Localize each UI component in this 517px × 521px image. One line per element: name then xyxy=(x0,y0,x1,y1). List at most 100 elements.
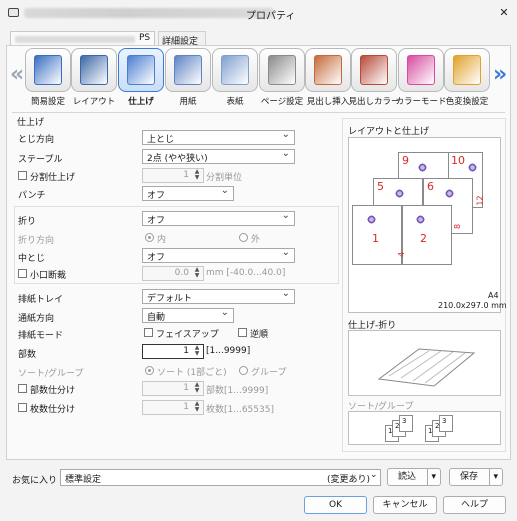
toolbar-button-6[interactable] xyxy=(305,48,351,92)
sort-sets: 123123 xyxy=(385,413,465,443)
load-label: 読込 xyxy=(397,472,416,482)
stepper-arrows-icon: ▲ ▼ xyxy=(194,381,200,394)
fold-direction-label: 折り方向 xyxy=(18,236,55,246)
group-radio[interactable] xyxy=(239,366,248,375)
copies-stepper[interactable]: 1 ▲ ▼ xyxy=(142,344,204,359)
window-title-redacted xyxy=(24,8,274,18)
finishing-icon xyxy=(127,55,155,85)
toolbar-button-4[interactable] xyxy=(212,48,258,92)
close-icon[interactable]: ✕ xyxy=(497,6,511,20)
help-button[interactable]: ヘルプ xyxy=(443,496,506,514)
saddle-select[interactable]: オフ xyxy=(142,248,295,263)
paper-size-label: A4 xyxy=(488,291,499,300)
load-button[interactable]: 読込 ▾ xyxy=(387,468,441,486)
tab-advanced[interactable]: 詳細設定 xyxy=(158,31,206,47)
set-division-label: 部数仕分け xyxy=(30,386,76,396)
preview-page-number: 4 xyxy=(397,251,407,258)
easy-setup-icon xyxy=(34,55,62,85)
cancel-button[interactable]: キャンセル xyxy=(373,496,437,514)
finishing-section-title: 仕上げ xyxy=(17,118,45,128)
fold-select[interactable]: オフ xyxy=(142,211,295,226)
split-unit-label: 分割単位 xyxy=(206,173,243,183)
preview-page xyxy=(402,205,452,265)
insert-tab-icon xyxy=(314,55,342,85)
preview-page-number: 12 xyxy=(475,195,485,206)
feed-direction-select[interactable]: 自動 xyxy=(142,308,234,323)
toolbar: 簡易設定 レイアウト 仕上げ 用紙 表紙 ページ設定 見出し挿入 見出しカラー カラーモード 色変… xyxy=(8,48,509,110)
reverse-checkbox[interactable] xyxy=(238,328,247,337)
color-convert-icon xyxy=(453,55,481,85)
tab-general[interactable]: PS xyxy=(10,31,155,45)
flower-icon xyxy=(395,189,404,198)
sort-radio[interactable] xyxy=(145,366,154,375)
split-stepper[interactable]: 1 ▲ ▼ xyxy=(142,168,204,183)
sort-sheet: 3 xyxy=(399,415,413,432)
flower-icon xyxy=(367,215,376,224)
favorites-value: 標準設定 xyxy=(65,475,102,485)
sheet-division-label: 枚数仕分け xyxy=(30,405,76,415)
toolbar-button-7[interactable] xyxy=(351,48,397,92)
fold-preview xyxy=(348,330,501,396)
copies-range-label: [1...9999] xyxy=(206,346,251,356)
favorites-select[interactable]: 標準設定 (変更あり) ⌄ xyxy=(60,469,381,486)
faceup-label: フェイスアップ xyxy=(156,330,219,340)
toolbar-button-8[interactable] xyxy=(398,48,444,92)
save-label: 保存 xyxy=(459,472,478,482)
binding-label: とじ方向 xyxy=(18,135,55,145)
set-division-value: 1 xyxy=(183,383,189,393)
layout-icon xyxy=(80,55,108,85)
trim-label: 小口断裁 xyxy=(30,271,67,281)
trim-checkbox[interactable] xyxy=(18,269,27,278)
sort-group-label: ソート/グループ xyxy=(18,369,84,379)
toolbar-button-1[interactable] xyxy=(71,48,117,92)
staple-label: ステープル xyxy=(18,155,63,165)
trim-range-label: mm [-40.0...40.0] xyxy=(206,268,286,278)
preview-page-number: 1 xyxy=(372,232,379,245)
split-label: 分割仕上げ xyxy=(30,173,76,183)
layout-preview-title: レイアウトと仕上げ xyxy=(348,127,430,137)
tray-select[interactable]: デフォルト xyxy=(142,289,295,304)
sort-label: ソート (1部ごと) xyxy=(157,368,227,378)
preview-page-number: 8 xyxy=(453,223,463,230)
set-division-stepper[interactable]: 1 ▲ ▼ xyxy=(142,381,204,396)
trim-value: 0.0 xyxy=(174,268,189,278)
sheet-division-stepper[interactable]: 1 ▲ ▼ xyxy=(142,400,204,415)
paper-dimensions-label: 210.0x297.0 mm xyxy=(438,301,507,310)
toolbar-button-2[interactable] xyxy=(118,48,164,92)
toolbar-button-5[interactable] xyxy=(259,48,305,92)
staple-select[interactable]: 2点 (やや狭い) xyxy=(142,149,295,164)
dropdown-arrow-icon: ▾ xyxy=(489,469,498,485)
tab-label-ps: PS xyxy=(139,33,151,43)
stepper-arrows-icon: ▲ ▼ xyxy=(194,168,200,181)
sheet-division-checkbox[interactable] xyxy=(18,403,27,412)
toolbar-button-9[interactable] xyxy=(444,48,490,92)
saddle-label: 中とじ xyxy=(18,254,46,264)
stepper-arrows-icon: ▲ ▼ xyxy=(194,344,200,357)
ok-button[interactable]: OK xyxy=(304,496,367,514)
set-division-checkbox[interactable] xyxy=(18,384,27,393)
sheet-division-value: 1 xyxy=(183,402,189,412)
trim-stepper[interactable]: 0.0 ▲ ▼ xyxy=(142,266,204,281)
tray-label: 排紙トレイ xyxy=(18,295,64,305)
toolbar-button-3[interactable] xyxy=(165,48,211,92)
toolbar-button-0[interactable] xyxy=(25,48,71,92)
copies-label: 部数 xyxy=(18,350,37,360)
fold-label: 折り xyxy=(18,217,37,227)
paper-icon xyxy=(174,55,202,85)
fold-outer-radio[interactable] xyxy=(239,233,248,242)
stepper-arrows-icon: ▲ ▼ xyxy=(194,400,200,413)
fold-inner-radio[interactable] xyxy=(145,233,154,242)
flower-icon xyxy=(445,189,454,198)
toolbar-label: 色変換設定 xyxy=(445,97,489,107)
favorites-label: お気に入り xyxy=(12,476,58,486)
preview-page-number: 10 xyxy=(451,154,465,167)
sort-sheet: 3 xyxy=(439,415,453,432)
window-title: プロパティ xyxy=(246,11,296,22)
faceup-checkbox[interactable] xyxy=(144,328,153,337)
save-button[interactable]: 保存 ▾ xyxy=(449,468,503,486)
punch-label: パンチ xyxy=(18,191,46,201)
punch-select[interactable]: オフ xyxy=(142,186,234,201)
binding-select[interactable]: 上とじ xyxy=(142,130,295,145)
preview-page-number: 9 xyxy=(402,154,409,167)
split-checkbox[interactable] xyxy=(18,171,27,180)
